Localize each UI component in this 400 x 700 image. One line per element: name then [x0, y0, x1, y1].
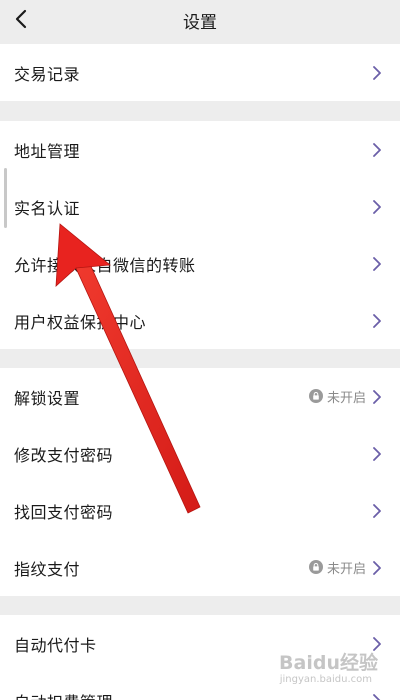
chevron-right-icon	[373, 504, 381, 518]
menu-item-label: 自动代付卡	[14, 636, 97, 655]
page-title: 设置	[183, 13, 217, 33]
watermark-url: jingyan.baidu.com	[279, 674, 372, 685]
lock-icon	[308, 560, 323, 574]
scroll-indicator	[4, 168, 7, 228]
menu-item-label: 解锁设置	[14, 389, 81, 408]
menu-item-change-payment-password[interactable]: 修改支付密码	[0, 425, 400, 482]
menu-item-unlock-settings[interactable]: 解锁设置 未开启	[0, 368, 400, 425]
chevron-right-icon	[373, 694, 381, 700]
menu-item-label: 允许接收来自微信的转账	[14, 256, 196, 275]
chevron-right-icon	[373, 314, 381, 328]
menu-item-recover-payment-password[interactable]: 找回支付密码	[0, 482, 400, 539]
settings-page: 设置 交易记录 地址管理 实名认证 允许接收来自微信的转账 用户权益保护中心 解…	[0, 0, 400, 700]
menu-item-label: 交易记录	[14, 65, 81, 84]
menu-item-label: 用户权益保护中心	[14, 313, 147, 332]
menu-item-real-name-verification[interactable]: 实名认证	[0, 178, 400, 235]
chevron-right-icon	[373, 447, 381, 461]
menu-item-label: 修改支付密码	[14, 446, 114, 465]
menu-item-user-rights-center[interactable]: 用户权益保护中心	[0, 292, 400, 349]
menu-item-label: 指纹支付	[14, 560, 81, 579]
chevron-right-icon	[373, 561, 381, 575]
chevron-right-icon	[373, 66, 381, 80]
menu-item-label: 找回支付密码	[14, 503, 114, 522]
chevron-right-icon	[373, 143, 381, 157]
status-text: 未开启	[326, 390, 366, 406]
menu-item-transaction-records[interactable]: 交易记录	[0, 44, 400, 101]
menu-item-fingerprint-payment[interactable]: 指纹支付 未开启	[0, 539, 400, 596]
chevron-right-icon	[373, 200, 381, 214]
menu-item-label: 自动扣费管理	[14, 689, 113, 700]
status-badge: 未开启	[308, 386, 366, 406]
status-text: 未开启	[326, 561, 366, 577]
watermark: Baidu经验	[279, 652, 378, 674]
chevron-right-icon	[373, 257, 381, 271]
menu-item-label: 地址管理	[14, 142, 81, 161]
menu-item-address-management[interactable]: 地址管理	[0, 121, 400, 178]
header-bar: 设置	[0, 0, 400, 42]
menu-item-wechat-transfer[interactable]: 允许接收来自微信的转账	[0, 235, 400, 292]
chevron-right-icon	[373, 390, 381, 404]
menu-item-label: 实名认证	[14, 199, 81, 218]
lock-icon	[308, 389, 323, 403]
status-badge: 未开启	[308, 557, 366, 577]
